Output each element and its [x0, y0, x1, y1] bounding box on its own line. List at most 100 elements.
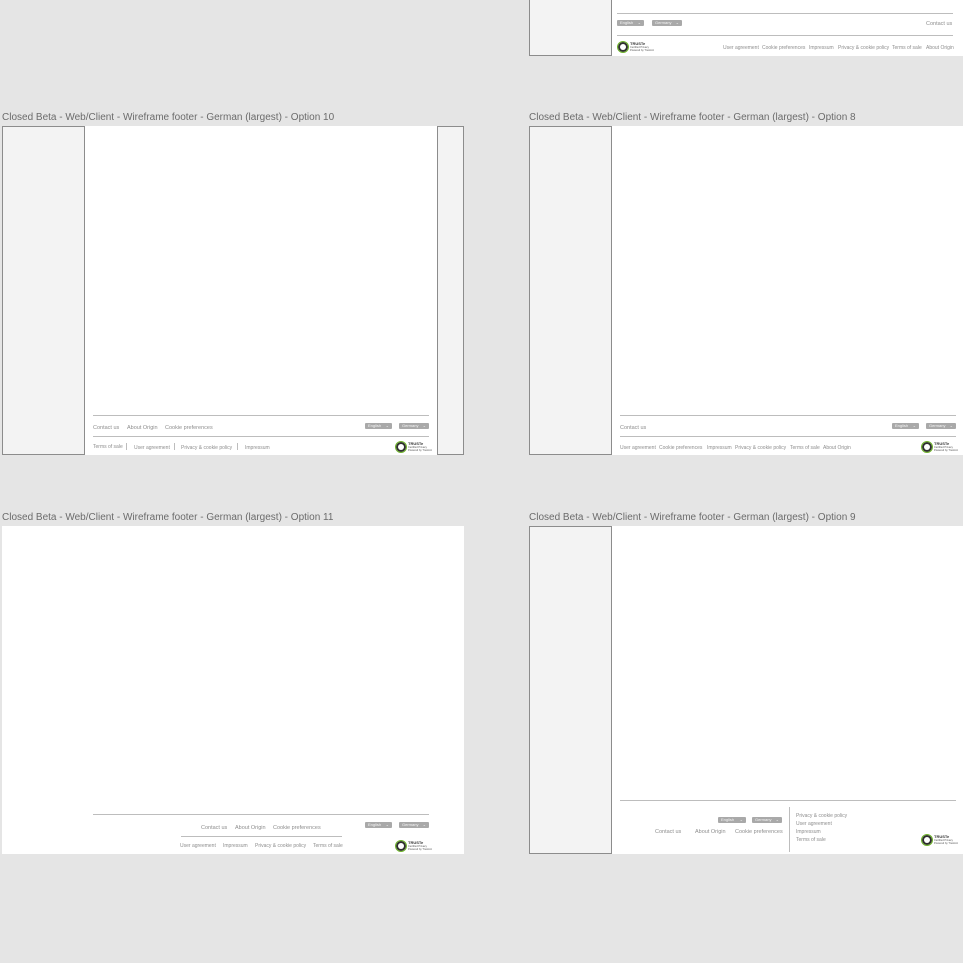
footer-link-privacy[interactable]: Privacy & cookie policy [255, 843, 306, 849]
language-label: English [368, 423, 382, 428]
chevron-down-icon: ⌄ [739, 817, 743, 822]
truste-ring-icon [617, 41, 629, 53]
country-label: Germany [402, 822, 419, 827]
country-select[interactable]: Germany ⌄ [752, 817, 782, 823]
truste-seal-icon[interactable]: TRUSTe Certified Privacy Powered by Trust… [617, 41, 655, 53]
footer-divider [93, 814, 429, 815]
language-label: English [620, 20, 634, 25]
language-label: English [721, 817, 735, 822]
footer-divider [617, 13, 953, 14]
country-select[interactable]: Germany ⌄ [399, 822, 429, 828]
footer-link-cookie-preferences[interactable]: Cookie preferences [762, 45, 805, 51]
footer-link-user-agreement[interactable]: User agreement [134, 445, 170, 451]
language-select[interactable]: English ⌄ [718, 817, 746, 823]
footer-link-user-agreement[interactable]: User agreement [620, 445, 656, 451]
truste-ring-icon [395, 840, 407, 852]
country-select[interactable]: Germany ⌄ [652, 20, 682, 26]
footer-divider [617, 35, 953, 36]
language-label: English [895, 423, 909, 428]
chevron-down-icon: ⌄ [775, 817, 779, 822]
chevron-down-icon: ⌄ [912, 423, 916, 428]
footer-link-terms[interactable]: Terms of sale [790, 445, 820, 451]
footer-divider [181, 836, 342, 837]
footer-link-privacy[interactable]: Privacy & cookie policy [181, 445, 232, 451]
about-link[interactable]: About Origin [235, 825, 266, 831]
contact-link[interactable]: Contact us [93, 425, 119, 431]
left-sidebar [529, 526, 612, 854]
language-select[interactable]: English ⌄ [892, 423, 919, 429]
footer-link-privacy[interactable]: Privacy & cookie policy [796, 813, 847, 819]
link-separator [126, 443, 127, 450]
truste-ring-icon [921, 834, 933, 846]
footer-divider [93, 415, 429, 416]
footer-link-about[interactable]: About Origin [823, 445, 851, 451]
chevron-down-icon: ⌄ [422, 822, 426, 827]
language-select[interactable]: English ⌄ [365, 822, 392, 828]
frame-title-option-9: Closed Beta - Web/Client - Wireframe foo… [529, 512, 856, 523]
language-select[interactable]: English ⌄ [617, 20, 644, 26]
left-sidebar [529, 126, 612, 455]
about-link[interactable]: About Origin [127, 425, 158, 431]
left-sidebar [2, 126, 85, 455]
truste-seal-icon[interactable]: TRUSTe Certified Privacy Powered by Trust… [921, 441, 959, 453]
country-select[interactable]: Germany ⌄ [926, 423, 956, 429]
country-label: Germany [402, 423, 419, 428]
footer-link-terms[interactable]: Terms of sale [93, 444, 123, 450]
footer-divider [620, 436, 956, 437]
footer-link-impressum[interactable]: Impressum [796, 829, 821, 835]
footer-divider [620, 415, 956, 416]
footer-link-impressum[interactable]: Impressum [245, 445, 270, 451]
frame-title-option-11: Closed Beta - Web/Client - Wireframe foo… [2, 512, 334, 523]
footer-link-impressum[interactable]: Impressum [707, 445, 732, 451]
column-separator [789, 807, 790, 852]
footer-divider [93, 436, 429, 437]
language-select[interactable]: English ⌄ [365, 423, 392, 429]
frame-title-option-8: Closed Beta - Web/Client - Wireframe foo… [529, 112, 856, 123]
chevron-down-icon: ⌄ [675, 20, 679, 25]
footer-link-user-agreement[interactable]: User agreement [723, 45, 759, 51]
link-separator [174, 443, 175, 450]
country-select[interactable]: Germany ⌄ [399, 423, 429, 429]
footer-link-user-agreement[interactable]: User agreement [180, 843, 216, 849]
badge-subtitle: Certified Privacy Powered by TrustArc [408, 845, 433, 851]
badge-subtitle: Certified Privacy Powered by TrustArc [934, 839, 959, 845]
footer-link-about[interactable]: About Origin [926, 45, 954, 51]
cookie-preferences-link[interactable]: Cookie preferences [735, 829, 783, 835]
truste-seal-icon[interactable]: TRUSTe Certified Privacy Powered by Trust… [395, 840, 433, 852]
chevron-down-icon: ⌄ [385, 423, 389, 428]
footer-link-privacy[interactable]: Privacy & cookie policy [838, 45, 889, 51]
footer-link-cookie-preferences[interactable]: Cookie preferences [659, 445, 702, 451]
footer-divider [620, 800, 956, 801]
sidebar-top-right [529, 0, 612, 56]
frame-option-11 [2, 526, 464, 854]
chevron-down-icon: ⌄ [637, 20, 641, 25]
footer-link-terms[interactable]: Terms of sale [313, 843, 343, 849]
truste-ring-icon [395, 441, 407, 453]
footer-link-privacy[interactable]: Privacy & cookie policy [735, 445, 786, 451]
footer-link-impressum[interactable]: Impressum [809, 45, 834, 51]
badge-subtitle: Certified Privacy Powered by TrustArc [934, 446, 959, 452]
country-label: Germany [655, 20, 672, 25]
chevron-down-icon: ⌄ [949, 423, 953, 428]
footer-link-terms[interactable]: Terms of sale [892, 45, 922, 51]
footer-link-terms[interactable]: Terms of sale [796, 837, 826, 843]
country-label: Germany [929, 423, 946, 428]
contact-link[interactable]: Contact us [620, 425, 646, 431]
contact-link[interactable]: Contact us [201, 825, 227, 831]
contact-link[interactable]: Contact us [655, 829, 681, 835]
country-label: Germany [755, 817, 772, 822]
footer-link-impressum[interactable]: Impressum [223, 843, 248, 849]
badge-subtitle: Certified Privacy Powered by TrustArc [408, 446, 433, 452]
chevron-down-icon: ⌄ [422, 423, 426, 428]
cookie-preferences-link[interactable]: Cookie preferences [165, 425, 213, 431]
frame-title-option-10: Closed Beta - Web/Client - Wireframe foo… [2, 112, 335, 123]
badge-subtitle: Certified Privacy Powered by TrustArc [630, 46, 655, 52]
link-separator [237, 443, 238, 450]
about-link[interactable]: About Origin [695, 829, 726, 835]
truste-seal-icon[interactable]: TRUSTe Certified Privacy Powered by Trust… [921, 834, 959, 846]
truste-seal-icon[interactable]: TRUSTe Certified Privacy Powered by Trust… [395, 441, 433, 453]
cookie-preferences-link[interactable]: Cookie preferences [273, 825, 321, 831]
chevron-down-icon: ⌄ [385, 822, 389, 827]
contact-link[interactable]: Contact us [926, 21, 952, 27]
footer-link-user-agreement[interactable]: User agreement [796, 821, 832, 827]
